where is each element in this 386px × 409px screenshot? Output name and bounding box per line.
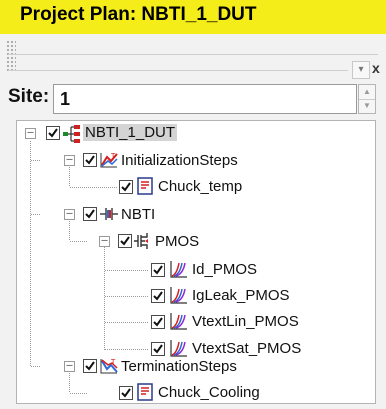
tree-nbti-label[interactable]: NBTI bbox=[121, 206, 155, 223]
igleak-pmos-checkbox[interactable] bbox=[151, 289, 165, 303]
svg-text:T: T bbox=[110, 152, 116, 160]
measurement-plot-icon bbox=[168, 286, 188, 304]
tree-line bbox=[69, 221, 70, 241]
panel-divider-top bbox=[8, 54, 378, 55]
minus-expander-icon[interactable]: – bbox=[99, 236, 110, 247]
minus-expander-icon[interactable]: – bbox=[25, 128, 36, 139]
project-hierarchy-icon bbox=[62, 125, 82, 143]
tree-igleak-pmos-label[interactable]: IgLeak_PMOS bbox=[192, 287, 290, 304]
script-doc-icon bbox=[136, 177, 156, 195]
vtextsat-pmos-checkbox[interactable] bbox=[151, 342, 165, 356]
tree-initialization-label[interactable]: InitializationSteps bbox=[121, 152, 238, 169]
tree-line bbox=[69, 373, 70, 393]
tree-line bbox=[70, 393, 88, 394]
site-label: Site: bbox=[8, 86, 50, 107]
script-doc-icon bbox=[136, 383, 156, 401]
site-spinner[interactable]: ▲ ▼ bbox=[358, 84, 376, 114]
panel-divider-mid bbox=[8, 70, 348, 71]
minus-expander-icon[interactable]: – bbox=[64, 209, 75, 220]
tree-vtextlin-pmos-label[interactable]: VtextLin_PMOS bbox=[192, 313, 299, 330]
id-pmos-checkbox[interactable] bbox=[151, 263, 165, 277]
root-checkbox[interactable] bbox=[46, 126, 60, 140]
measurement-plot-icon bbox=[168, 260, 188, 278]
spin-up-icon[interactable]: ▲ bbox=[359, 85, 375, 100]
pin-dropdown-button[interactable]: ▾ bbox=[352, 61, 370, 79]
tree-root-label[interactable]: NBTI_1_DUT bbox=[83, 124, 178, 141]
tree-termination-label[interactable]: TerminationSteps bbox=[121, 358, 237, 375]
svg-text:T: T bbox=[110, 358, 116, 366]
minus-expander-icon[interactable]: – bbox=[64, 361, 75, 372]
tree-id-pmos-label[interactable]: Id_PMOS bbox=[192, 261, 257, 278]
minus-expander-icon[interactable]: – bbox=[64, 155, 75, 166]
measurement-plot-icon bbox=[168, 339, 188, 357]
vtextlin-pmos-checkbox[interactable] bbox=[151, 315, 165, 329]
chuck-cooling-checkbox[interactable] bbox=[119, 386, 133, 400]
tree-line bbox=[69, 167, 70, 187]
tree-line bbox=[105, 322, 149, 323]
initialization-checkbox[interactable] bbox=[83, 153, 97, 167]
nbti-checkbox[interactable] bbox=[83, 207, 97, 221]
window-title: Project Plan: NBTI_1_DUT bbox=[20, 4, 257, 25]
tree-line bbox=[31, 214, 41, 215]
pmos-checkbox[interactable] bbox=[118, 234, 132, 248]
init-steps-icon: T bbox=[99, 151, 119, 169]
chuck-temp-checkbox[interactable] bbox=[119, 180, 133, 194]
tree-line bbox=[105, 270, 149, 271]
measurement-plot-icon bbox=[168, 312, 188, 330]
panel-grip-handle[interactable] bbox=[6, 40, 16, 72]
tree-line bbox=[70, 241, 88, 242]
project-tree: – NBTI_1_DUT – T InitializationSteps Chu… bbox=[16, 120, 376, 404]
tree-line bbox=[105, 296, 149, 297]
tree-line-root bbox=[30, 141, 31, 367]
nbti-icon bbox=[99, 205, 119, 223]
close-panel-button[interactable]: x bbox=[372, 60, 380, 76]
tree-pmos-label[interactable]: PMOS bbox=[155, 233, 199, 250]
tree-line bbox=[104, 247, 105, 351]
tree-chuck-cooling-label[interactable]: Chuck_Cooling bbox=[158, 384, 260, 401]
site-input[interactable]: 1 bbox=[53, 84, 357, 114]
termination-checkbox[interactable] bbox=[83, 359, 97, 373]
tree-vtextsat-pmos-label[interactable]: VtextSat_PMOS bbox=[192, 340, 301, 357]
termination-steps-icon: T bbox=[99, 357, 119, 375]
tree-chuck-temp-label[interactable]: Chuck_temp bbox=[158, 178, 242, 195]
spin-down-icon[interactable]: ▼ bbox=[359, 99, 375, 113]
pmos-device-icon bbox=[133, 232, 153, 250]
tree-line bbox=[70, 187, 118, 188]
tree-line bbox=[31, 160, 41, 161]
tree-line bbox=[31, 366, 41, 367]
window-title-bar: Project Plan: NBTI_1_DUT bbox=[0, 0, 386, 34]
tree-line bbox=[105, 349, 149, 350]
